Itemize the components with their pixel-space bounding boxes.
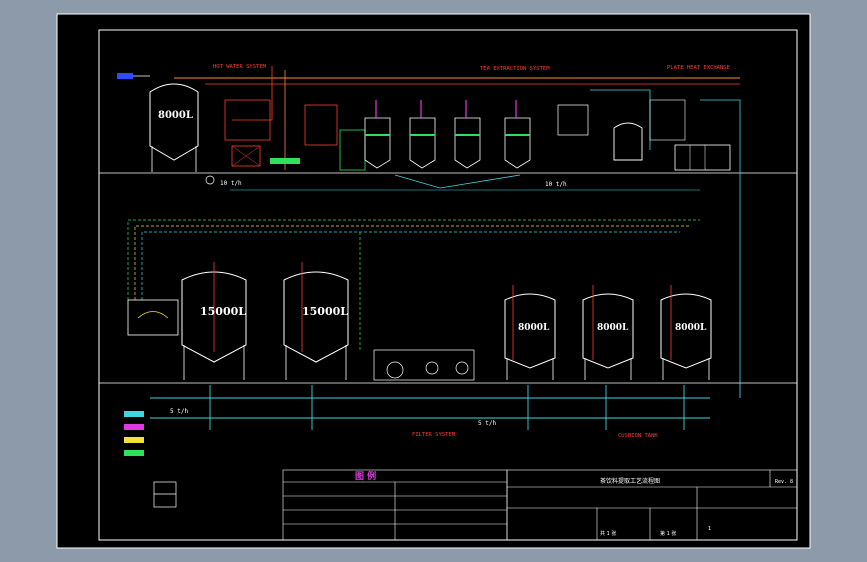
flow-label-c: 5 t/h [170,408,188,415]
scale-value: 1 [708,526,711,532]
flow-label-d: 5 t/h [478,420,496,427]
small-tank-1-label: 8000L [518,323,550,333]
section-label-hot-water: HOT WATER SYSTEM [213,64,267,70]
drawing-sheet [56,13,811,549]
drawing-canvas: HOT WATER SYSTEM TEA EXTRACTION SYSTEM P… [0,0,867,562]
section-label-tea-extraction: TEA EXTRACTION SYSTEM [480,66,550,72]
flow-label-a: 10 t/h [220,180,242,187]
big-tank-1-label: 15000L [200,305,246,318]
small-tank-3-label: 8000L [675,323,707,333]
drawing-title: 茶饮料提取工艺流程图 [600,477,660,485]
sheet-total: 共 1 张 [600,530,616,537]
section-label-filter: FILTER SYSTEM [412,432,456,438]
big-tank-2-label: 15000L [302,305,348,318]
flow-label-b: 10 t/h [545,181,567,188]
sheet-number: 第 1 张 [660,530,676,537]
legend-title: 图 例 [355,470,376,482]
revision-label: Rev. 8 [775,479,793,485]
small-tank-2-label: 8000L [597,323,629,333]
hot-water-tank-label: 8000L [158,110,193,121]
section-label-cushion-tank: CUSHION TANK [618,433,658,439]
section-label-plate-heat: PLATE HEAT EXCHANGE [667,65,730,71]
